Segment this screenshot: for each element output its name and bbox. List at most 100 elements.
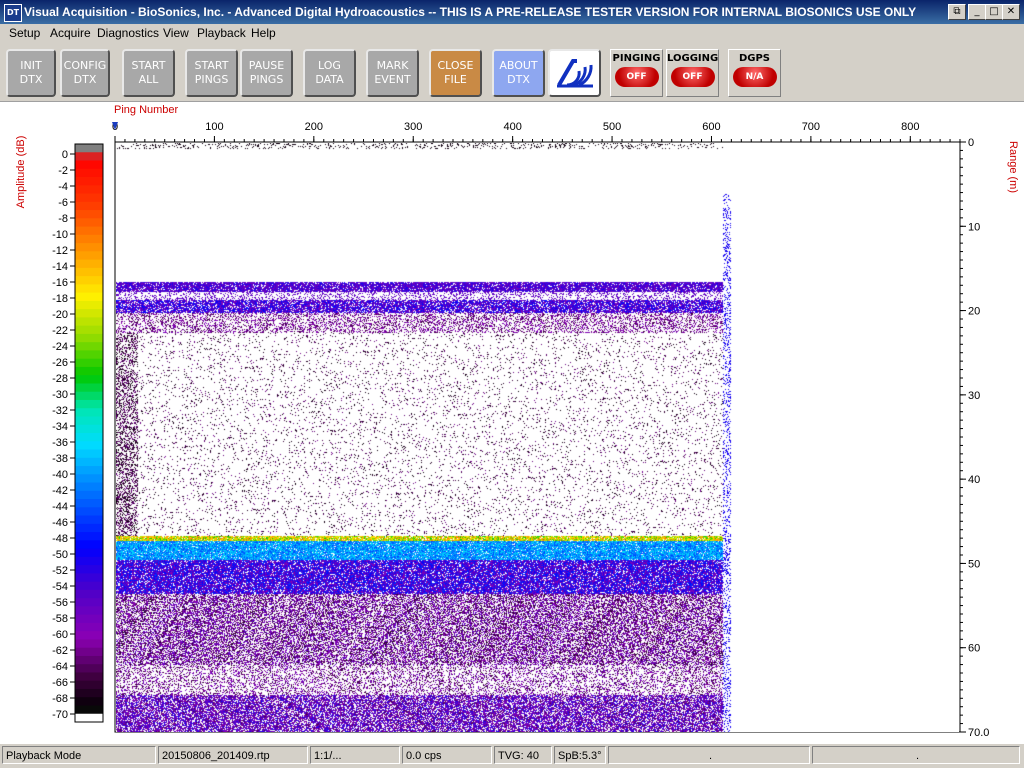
button-label-line1: CONFIG <box>63 59 107 72</box>
dgps-status-light: N/A <box>732 67 777 87</box>
y-tick-label: 0 <box>968 137 974 149</box>
amplitude-tick-label: -24 <box>52 341 68 353</box>
menu-playback[interactable]: Playback <box>197 26 246 40</box>
biosonics-logo-icon <box>556 59 593 88</box>
echogram-image[interactable] <box>116 143 959 732</box>
button-label-line1: MARK <box>376 59 409 72</box>
colorbar-segment <box>75 622 103 632</box>
colorbar-segment <box>75 688 103 698</box>
menu-diagnostics[interactable]: Diagnostics <box>97 26 159 40</box>
y-tick-label: 50 <box>968 558 980 570</box>
amplitude-tick-label: -68 <box>52 693 68 705</box>
amplitude-tick-label: -20 <box>52 309 68 321</box>
window-title: Visual Acquisition - BioSonics, Inc. - A… <box>24 5 917 19</box>
restore-icon[interactable]: ⧉ <box>948 4 966 20</box>
amplitude-tick-label: -22 <box>52 325 68 337</box>
mark-event-button[interactable]: MARK EVENT <box>366 49 419 97</box>
status-spb: SpB:5.3° <box>554 746 606 764</box>
close-file-button[interactable]: CLOSE FILE <box>429 49 482 97</box>
x-tick-label: 800 <box>901 121 919 133</box>
menu-setup[interactable]: Setup <box>9 26 40 40</box>
colorbar-segment <box>75 540 103 550</box>
colorbar-segment <box>75 614 103 624</box>
status-pane-8: . <box>812 746 1020 764</box>
amplitude-tick-label: -64 <box>52 661 68 673</box>
button-label-line1: START <box>194 59 229 72</box>
app-icon[interactable]: DT <box>4 4 22 22</box>
log-data-button[interactable]: LOG DATA <box>303 49 356 97</box>
amplitude-tick-label: -30 <box>52 389 68 401</box>
colorbar-segment <box>75 152 103 162</box>
button-label-line1: START <box>131 59 166 72</box>
colorbar-segment <box>75 680 103 690</box>
colorbar-segment <box>75 342 103 352</box>
start-pings-button[interactable]: START PINGS <box>185 49 238 97</box>
colorbar-segment <box>75 548 103 558</box>
colorbar-segment <box>75 391 103 401</box>
button-label-line1: ABOUT <box>499 59 538 72</box>
init-dtx-button[interactable]: INIT DTX <box>6 49 56 97</box>
about-dtx-button[interactable]: ABOUT DTX <box>492 49 545 97</box>
colorbar-segment <box>75 598 103 607</box>
amplitude-tick-label: -36 <box>52 437 68 449</box>
colorbar-segment <box>75 399 103 409</box>
x-tick-label: 100 <box>205 121 223 133</box>
colorbar-segment <box>75 350 103 360</box>
menu-view[interactable]: View <box>163 26 189 40</box>
colorbar-segment <box>75 193 103 203</box>
start-all-button[interactable]: START ALL <box>122 49 175 97</box>
y-axis-ticks: 0 10 20 30 40 50 60 70.0 <box>960 137 989 739</box>
colorbar-segment <box>75 325 103 335</box>
colorbar-segment <box>75 160 103 170</box>
amplitude-tick-label: -60 <box>52 629 68 641</box>
colorbar-segment <box>75 515 103 525</box>
colorbar-segment <box>75 606 103 616</box>
colorbar-segment <box>75 292 103 302</box>
maximize-button[interactable]: □ <box>985 4 1003 20</box>
amplitude-tick-label: -38 <box>52 453 68 465</box>
colorbar-segment <box>75 573 103 583</box>
x-tick-label: 400 <box>503 121 521 133</box>
amplitude-tick-label: -46 <box>52 517 68 529</box>
pause-pings-button[interactable]: PAUSE PINGS <box>240 49 293 97</box>
colorbar-segment <box>75 416 103 426</box>
colorbar-segment <box>75 556 103 566</box>
colorbar-segment <box>75 243 103 252</box>
colorbar-segment <box>75 201 103 211</box>
colorbar-segment <box>75 185 103 195</box>
menu-help[interactable]: Help <box>251 26 276 40</box>
status-cps: 0.0 cps <box>402 746 492 764</box>
y-tick-label: 20 <box>968 306 980 318</box>
close-button[interactable]: ✕ <box>1002 4 1020 20</box>
amplitude-tick-label: -62 <box>52 645 68 657</box>
amplitude-tick-label: -40 <box>52 469 68 481</box>
colorbar-segment <box>75 499 103 508</box>
button-label-line2: EVENT <box>374 73 411 86</box>
amplitude-tick-label: -70 <box>52 709 68 721</box>
colorbar-segment <box>75 639 103 649</box>
colorbar-segment <box>75 441 103 451</box>
minimize-button[interactable]: _ <box>968 4 986 20</box>
amplitude-tick-label: -16 <box>52 277 68 289</box>
colorbar-segment <box>75 581 103 591</box>
amplitude-tick-label: -28 <box>52 373 68 385</box>
colorbar-segment <box>75 309 103 318</box>
colorbar-segment <box>75 284 103 294</box>
x-tick-label: 500 <box>603 121 621 133</box>
amplitude-tick-label: -4 <box>58 181 68 193</box>
dgps-indicator: DGPS N/A <box>728 49 781 97</box>
logging-indicator: LOGGING OFF <box>666 49 719 97</box>
status-ratio: 1:1/... <box>310 746 400 764</box>
logging-status-light: OFF <box>670 67 715 87</box>
colorbar-segment <box>75 713 103 723</box>
biosonics-logo-button[interactable] <box>548 49 601 97</box>
menu-bar: Setup Acquire Diagnostics View Playback … <box>0 24 1024 43</box>
button-label-line2: FILE <box>444 73 467 86</box>
status-bar: Playback Mode 20150806_201409.rtp 1:1/..… <box>0 744 1024 768</box>
menu-acquire[interactable]: Acquire <box>50 26 91 40</box>
config-dtx-button[interactable]: CONFIG DTX <box>60 49 110 97</box>
amplitude-tick-label: -54 <box>52 581 68 593</box>
amplitude-colorbar <box>74 143 104 723</box>
amplitude-tick-label: -10 <box>52 229 68 241</box>
amplitude-tick-label: -34 <box>52 421 68 433</box>
